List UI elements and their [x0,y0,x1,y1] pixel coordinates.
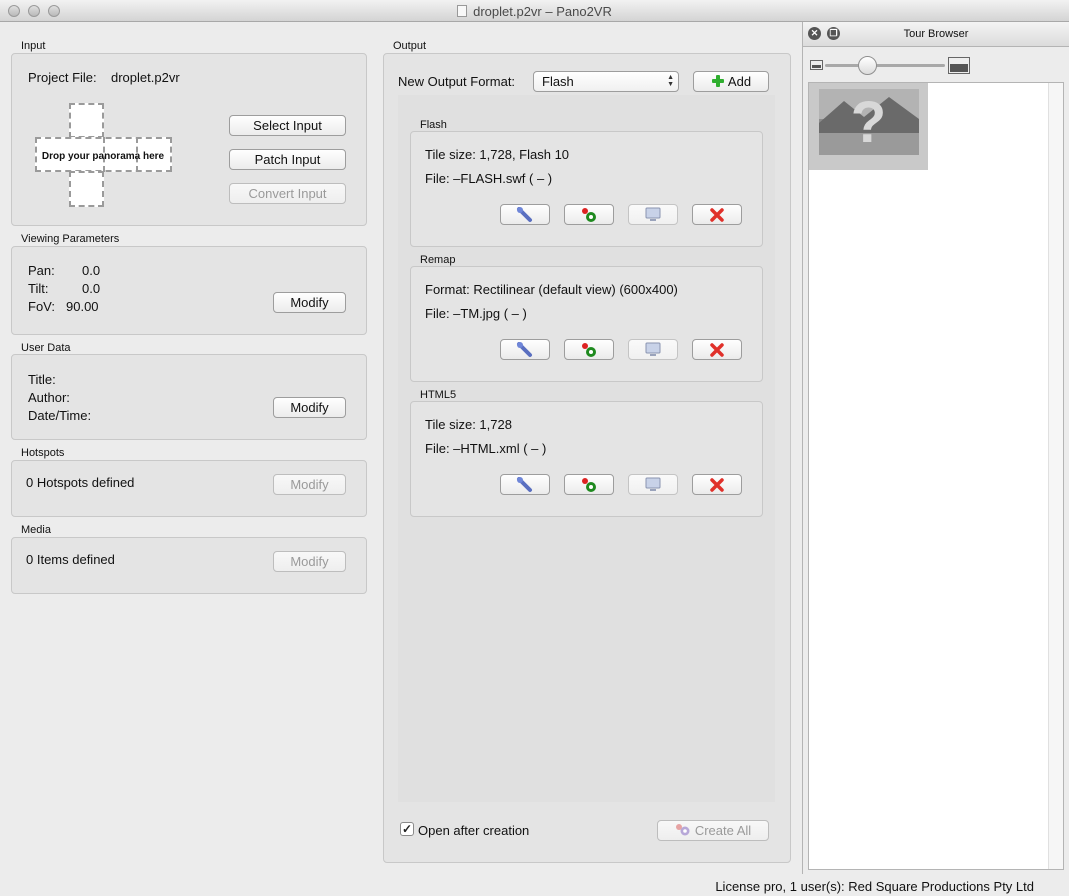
large-landscape-icon [948,57,970,74]
user-data-modify-button[interactable]: Modify [273,397,346,418]
html5-preview-button[interactable] [628,474,678,495]
html5-info: Tile size: 1,728 [425,417,512,432]
wrench-icon [517,206,532,222]
html5-delete-button[interactable] [692,474,742,495]
create-all-label: Create All [694,823,752,838]
hotspots-section-label: Hotspots [21,447,65,459]
flash-file: File: –FLASH.swf ( – ) [425,171,553,186]
flash-section-label: Flash [420,119,447,131]
tour-browser-header: ✕ ❐ Tour Browser [803,22,1069,47]
add-plus-icon [711,75,724,87]
author-label: Author: [28,390,70,405]
pan-value: 0.0 [82,263,101,278]
wrench-icon [517,341,532,357]
viewing-modify-button[interactable]: Modify [273,292,346,313]
hotspots-summary: 0 Hotspots defined [26,475,135,490]
question-mark-icon: ? [850,90,887,155]
remap-preview-button[interactable] [628,339,678,360]
input-section-label: Input [21,40,46,52]
html5-settings-button[interactable] [500,474,550,495]
remap-section-label: Remap [420,254,456,266]
fov-value: 90.00 [66,299,99,314]
title-bar: droplet.p2vr – Pano2VR [0,0,1069,22]
gears-icon [582,477,596,492]
add-output-button[interactable]: Add [693,71,769,92]
thumbnail-list-scrollbar[interactable] [1048,83,1063,869]
remap-settings-button[interactable] [500,339,550,360]
flash-settings-button[interactable] [500,204,550,225]
output-format-select[interactable]: Flash ▲ ▼ [533,71,679,92]
delete-icon [710,477,724,492]
html5-generate-button[interactable] [564,474,614,495]
gears-icon [582,342,596,357]
flash-preview-button[interactable] [628,204,678,225]
monitor-icon [645,477,661,491]
remap-delete-button[interactable] [692,339,742,360]
document-icon [457,5,468,17]
media-summary: 0 Items defined [26,552,115,567]
viewing-group [11,246,367,335]
remap-info: Format: Rectilinear (default view) (600x… [425,282,678,297]
media-section-label: Media [21,524,51,536]
select-arrows-icon: ▲ ▼ [667,74,674,88]
drop-zone-text: Drop your panorama here [41,151,165,162]
flash-delete-button[interactable] [692,204,742,225]
datetime-label: Date/Time: [28,408,92,423]
project-file-label: Project File: [28,70,97,85]
output-format-selected: Flash [542,74,574,89]
tour-thumbnail-list[interactable] [808,82,1064,870]
project-file-value: droplet.p2vr [111,70,180,85]
panorama-thumbnail[interactable]: ? [809,83,928,170]
monitor-icon [645,342,661,356]
gears-icon [675,824,690,836]
html5-file: File: –HTML.xml ( – ) [425,441,547,456]
status-bar: License pro, 1 user(s): Red Square Produ… [0,874,1069,896]
drop-cell-top [69,103,104,138]
new-output-format-label: New Output Format: [398,74,516,89]
remap-generate-button[interactable] [564,339,614,360]
small-landscape-icon [810,60,823,70]
select-input-button[interactable]: Select Input [229,115,346,136]
thumbnail-size-slider-track[interactable] [825,64,945,67]
patch-input-button[interactable]: Patch Input [229,149,346,170]
delete-icon [710,342,724,357]
tilt-label: Tilt: [28,281,49,296]
media-modify-button[interactable]: Modify [273,551,346,572]
thumbnail-size-slider[interactable] [858,56,877,75]
wrench-icon [517,476,532,492]
html5-section-label: HTML5 [420,389,457,401]
convert-input-button[interactable]: Convert Input [229,183,346,204]
user-data-section-label: User Data [21,342,71,354]
license-text: License pro, 1 user(s): Red Square Produ… [715,879,1034,894]
delete-icon [710,207,724,222]
gears-icon [582,207,596,222]
tour-browser-title: Tour Browser [903,28,969,40]
drop-cell-bottom [69,171,104,207]
window-title: droplet.p2vr – Pano2VR [473,4,612,19]
open-after-creation-label: Open after creation [418,823,530,838]
hotspots-modify-button[interactable]: Modify [273,474,346,495]
window-title-container: droplet.p2vr – Pano2VR [0,4,1069,19]
viewing-section-label: Viewing Parameters [21,233,120,245]
output-section-label: Output [393,40,427,52]
title-label: Title: [28,372,56,387]
pan-label: Pan: [28,263,55,278]
flash-generate-button[interactable] [564,204,614,225]
tilt-value: 0.0 [82,281,101,296]
add-output-label: Add [727,74,752,89]
monitor-icon [645,207,661,221]
fov-label: FoV: [28,299,55,314]
remap-file: File: –TM.jpg ( – ) [425,306,527,321]
flash-info: Tile size: 1,728, Flash 10 [425,147,570,162]
create-all-button[interactable]: Create All [657,820,769,841]
open-after-creation-checkbox[interactable]: ✓ [400,822,414,836]
